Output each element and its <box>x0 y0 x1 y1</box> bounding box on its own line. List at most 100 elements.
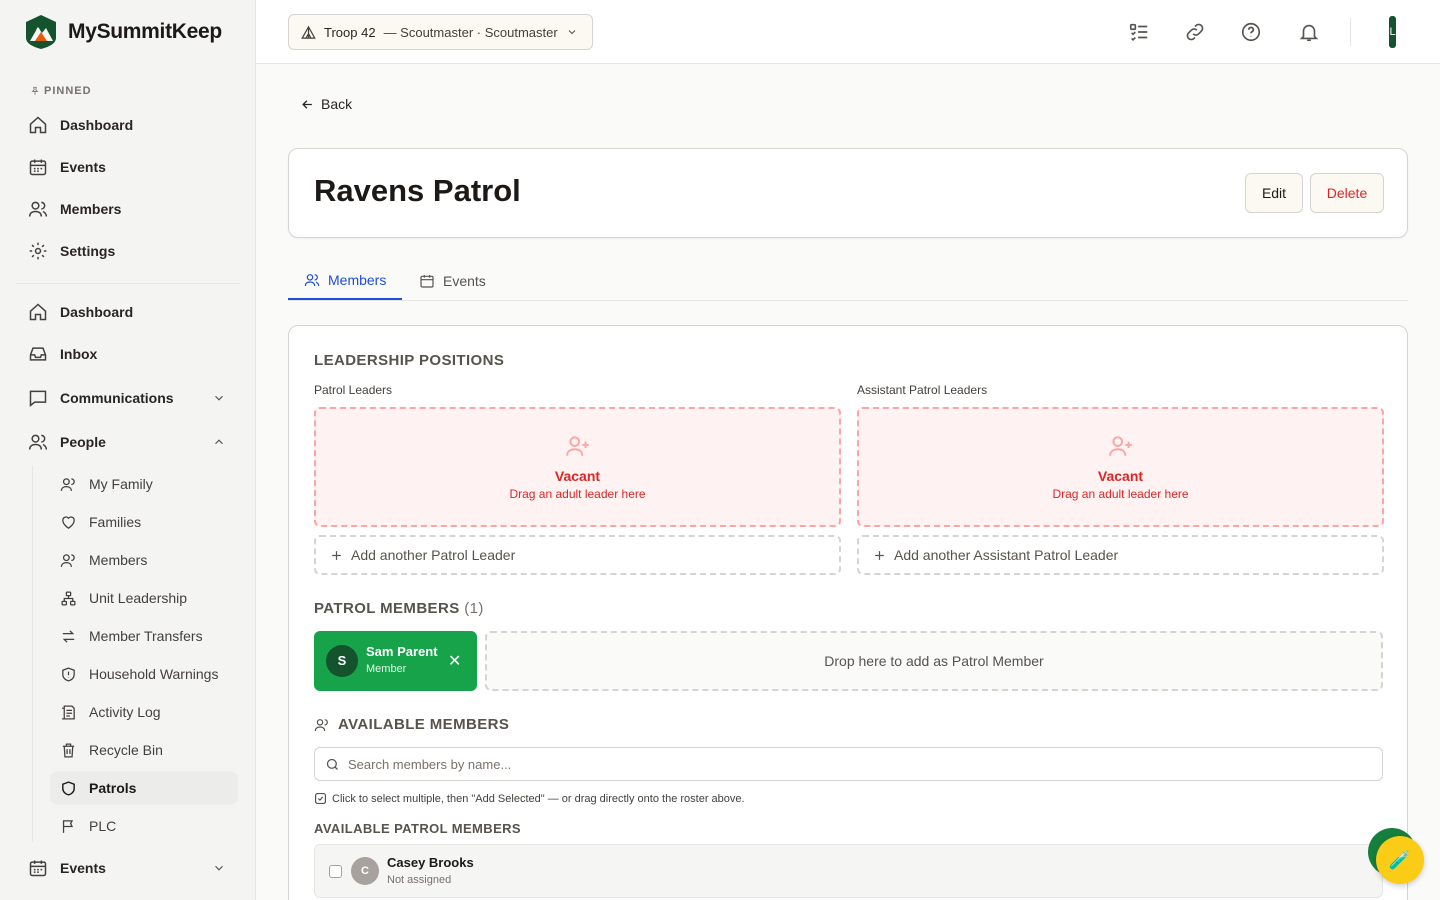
troop-name: Troop 42 <box>324 24 376 40</box>
home-icon <box>29 116 47 134</box>
app-logo[interactable]: MySummitKeep <box>24 14 222 50</box>
delete-button[interactable]: Delete <box>1310 173 1384 213</box>
nav-communications[interactable]: Communications <box>16 380 240 416</box>
patrol-title-card: Ravens Patrol Edit Delete <box>288 148 1408 238</box>
users-icon <box>60 553 75 567</box>
available-members-title: AVAILABLE MEMBERS <box>314 716 509 733</box>
user-avatar[interactable]: L <box>1389 16 1396 48</box>
nav-events-group[interactable]: Events <box>16 850 240 886</box>
troop-role: — Scoutmaster · Scoutmaster <box>383 24 558 40</box>
calendar-icon <box>29 860 47 877</box>
inbox-icon <box>29 347 47 361</box>
shield-alert-icon <box>62 666 75 682</box>
submenu-guide-line <box>32 466 33 842</box>
patrol-member-dropzone[interactable]: Drop here to add as Patrol Member <box>485 631 1383 691</box>
nav-inbox[interactable]: Inbox <box>16 336 240 372</box>
assistant-leader-dropzone[interactable]: Vacant Drag an adult leader here <box>857 407 1384 527</box>
nav-people[interactable]: People <box>16 424 240 460</box>
troop-selector[interactable]: Troop 42 — Scoutmaster · Scoutmaster <box>288 14 593 50</box>
calendar-icon <box>420 275 434 288</box>
patrol-member-chip[interactable]: S Sam Parent Member ✕ <box>314 631 477 691</box>
page-title: Ravens Patrol <box>314 173 521 208</box>
app-name: MySummitKeep <box>68 20 222 43</box>
vacant-label: Vacant <box>1097 468 1144 484</box>
chevron-down-icon <box>568 30 576 35</box>
sidebar-item-plc[interactable]: PLC <box>50 809 238 843</box>
patrol-tabs: Members Events <box>288 262 1408 301</box>
member-search <box>314 747 1383 781</box>
nav-label: Inbox <box>60 346 98 362</box>
sidebar-item-members[interactable]: Members <box>50 543 238 577</box>
vacant-label: Vacant <box>554 468 601 484</box>
patrol-leader-dropzone[interactable]: Vacant Drag an adult leader here <box>314 407 841 527</box>
add-assistant-leader-button[interactable]: Add another Assistant Patrol Leader <box>857 535 1384 575</box>
add-patrol-leader-button[interactable]: Add another Patrol Leader <box>314 535 841 575</box>
gear-icon <box>29 242 47 260</box>
select-checkbox[interactable] <box>329 865 342 878</box>
available-member-row[interactable]: C Casey Brooks Not assigned <box>314 844 1383 898</box>
checkbox-icon <box>315 793 326 804</box>
sidebar-item-patrols[interactable]: Patrols <box>50 771 238 805</box>
pinned-settings[interactable]: Settings <box>16 233 240 269</box>
nav-label: Settings <box>60 243 116 259</box>
patrol-members-count: (1) <box>464 600 484 617</box>
sidebar-item-activity-log[interactable]: Activity Log <box>50 695 238 729</box>
users-icon <box>304 274 320 287</box>
vacant-hint: Drag an adult leader here <box>509 487 646 501</box>
chevron-down-icon <box>215 865 223 871</box>
users-icon <box>28 201 48 217</box>
pinned-section-label: PINNED <box>30 85 92 97</box>
tab-members[interactable]: Members <box>288 262 403 300</box>
org-chart-icon <box>61 590 76 606</box>
user-plus-icon <box>1108 436 1132 456</box>
available-patrol-members-subtitle: AVAILABLE PATROL MEMBERS <box>314 821 522 836</box>
sidebar-divider <box>16 283 240 284</box>
vacant-hint: Drag an adult leader here <box>1052 487 1189 501</box>
member-name: Sam Parent <box>366 644 438 659</box>
sidebar-item-my-family[interactable]: My Family <box>50 467 238 501</box>
sidebar-item-unit-leadership[interactable]: Unit Leadership <box>50 581 238 615</box>
pin-icon <box>31 86 39 95</box>
header-separator <box>1350 18 1351 46</box>
arrow-left-icon <box>302 99 312 109</box>
home-icon <box>29 303 47 321</box>
remove-member-icon[interactable]: ✕ <box>448 651 461 671</box>
sidebar-item-household-warnings[interactable]: Household Warnings <box>50 657 238 691</box>
sidebar-item-member-transfers[interactable]: Member Transfers <box>50 619 238 653</box>
users-icon <box>28 434 48 450</box>
tab-events[interactable]: Events <box>403 262 502 300</box>
avatar: S <box>326 645 358 677</box>
nav-label: Members <box>60 201 122 217</box>
chevron-up-icon <box>215 439 223 445</box>
leadership-section-title: LEADERSHIP POSITIONS <box>314 352 505 369</box>
shield-icon <box>62 780 75 796</box>
mountain-logo-icon <box>26 15 56 49</box>
test-tube-icon[interactable]: 🧪 <box>1376 836 1424 884</box>
plus-icon <box>875 550 884 560</box>
nav-label: People <box>60 434 106 450</box>
nav-label: Dashboard <box>60 117 134 133</box>
patrol-members-title: PATROL MEMBERS (1) <box>314 600 484 617</box>
search-input[interactable] <box>348 756 1248 772</box>
link-icon[interactable] <box>1184 21 1206 43</box>
back-link[interactable]: Back <box>300 96 352 112</box>
pinned-events[interactable]: Events <box>16 149 240 185</box>
member-name: Casey Brooks <box>387 855 474 870</box>
nav-dashboard[interactable]: Dashboard <box>16 294 240 330</box>
chevron-down-icon <box>215 395 223 401</box>
transfer-icon <box>62 629 75 643</box>
pinned-members[interactable]: Members <box>16 191 240 227</box>
users-icon <box>314 718 328 731</box>
sidebar-item-families[interactable]: Families <box>50 505 238 539</box>
plus-icon <box>332 550 341 560</box>
bell-icon[interactable] <box>1298 21 1320 43</box>
pinned-dashboard[interactable]: Dashboard <box>16 107 240 143</box>
sidebar-item-recycle-bin[interactable]: Recycle Bin <box>50 733 238 767</box>
trash-icon <box>62 742 75 758</box>
checklist-icon[interactable] <box>1128 21 1150 43</box>
calendar-icon <box>29 159 47 176</box>
members-panel: LEADERSHIP POSITIONS Patrol Leaders Assi… <box>288 325 1408 900</box>
message-icon <box>29 390 47 408</box>
edit-button[interactable]: Edit <box>1245 173 1303 213</box>
help-icon[interactable] <box>1240 21 1262 43</box>
